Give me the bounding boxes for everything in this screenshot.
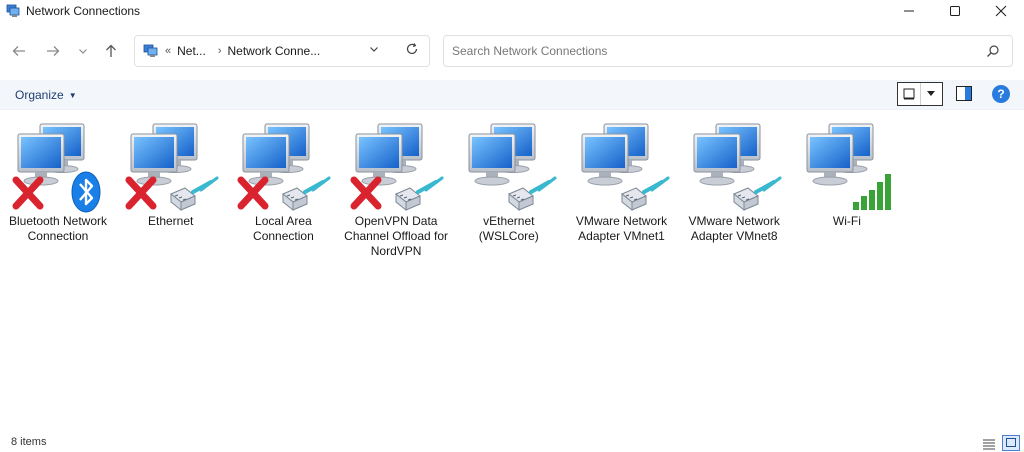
large-icons-view-button[interactable] (1002, 435, 1020, 451)
details-view-icon (983, 439, 995, 450)
wifi-signal-icon (852, 174, 891, 210)
arrow-right-icon (47, 46, 60, 56)
caret-down-icon (927, 91, 936, 96)
large-icons-view-icon (903, 88, 915, 100)
ethernet-cable-icon (507, 176, 557, 212)
organize-button[interactable]: Organize ▼ (15, 88, 77, 102)
chevron-down-icon (370, 47, 378, 52)
change-view-button[interactable] (897, 82, 943, 106)
help-button[interactable]: ? (992, 85, 1010, 103)
network-connection-item[interactable]: Ethernet (117, 118, 225, 229)
network-connection-label: OpenVPN Data Channel Offload for NordVPN (344, 214, 449, 258)
network-adapter-icon (581, 123, 669, 212)
preview-pane-button[interactable] (956, 86, 972, 106)
address-bar[interactable]: « Net... › Network Conne... (134, 35, 430, 67)
network-connection-label: Wi-Fi (832, 214, 861, 228)
network-adapter-icon (468, 123, 557, 212)
address-history-button[interactable] (369, 44, 379, 57)
refresh-icon (406, 43, 418, 55)
breadcrumb-separator-icon: › (217, 45, 222, 57)
close-button[interactable] (978, 0, 1024, 22)
file-view: Bluetooth Network Connection Ethernet Lo… (0, 112, 1024, 430)
chevron-down-icon (79, 49, 87, 54)
maximize-button[interactable] (932, 0, 978, 22)
search-box[interactable] (443, 35, 1013, 67)
network-adapter-icon (12, 123, 101, 213)
network-connection-item[interactable]: VMware Network Adapter VMnet1 (568, 118, 676, 244)
large-icons-view-icon (1006, 438, 1016, 447)
network-connection-item[interactable]: Wi-Fi (793, 118, 901, 229)
search-icon (987, 45, 999, 57)
status-bar: 8 items (0, 434, 1024, 452)
view-mode-button[interactable] (898, 83, 920, 105)
breadcrumb-item-network[interactable]: Net... (177, 44, 206, 58)
refresh-button[interactable] (405, 42, 419, 59)
breadcrumb-overflow[interactable]: « (165, 45, 171, 57)
ethernet-cable-icon (282, 176, 331, 212)
minimize-button[interactable] (886, 0, 932, 22)
network-connection-label: VMware Network Adapter VMnet8 (688, 214, 780, 243)
item-count: 8 items (11, 436, 47, 448)
ethernet-cable-icon (733, 176, 782, 212)
minimize-icon (904, 10, 914, 12)
network-adapter-icon (237, 123, 331, 212)
network-connection-item[interactable]: OpenVPN Data Channel Offload for NordVPN (342, 118, 450, 259)
window-controls (886, 0, 1024, 22)
maximize-icon (950, 6, 960, 16)
network-connection-label: Bluetooth Network Connection (8, 214, 108, 243)
search-input[interactable] (452, 42, 972, 60)
ethernet-cable-icon (169, 176, 219, 212)
network-adapter-icon (350, 123, 444, 212)
view-options-dropdown[interactable] (919, 83, 942, 105)
details-view-button[interactable] (982, 437, 996, 452)
network-connection-item[interactable]: Bluetooth Network Connection (4, 118, 112, 244)
window-title: Network Connections (26, 4, 141, 18)
network-connection-label: vEthernet (WSLCore) (478, 214, 539, 243)
network-connection-item[interactable]: VMware Network Adapter VMnet8 (680, 118, 788, 244)
network-connection-label: Local Area Connection (253, 214, 314, 243)
ethernet-cable-icon (620, 176, 669, 212)
back-button[interactable] (8, 40, 30, 62)
help-icon: ? (997, 87, 1005, 101)
forward-button[interactable] (42, 40, 64, 62)
ethernet-cable-icon (395, 176, 444, 212)
network-connection-label: Ethernet (148, 214, 194, 228)
close-icon (995, 5, 1007, 17)
explorer-window: Network Connections « Net... › Network C… (0, 0, 1024, 452)
recent-locations-button[interactable] (72, 40, 94, 62)
arrow-up-icon (106, 44, 116, 57)
organize-label: Organize (15, 88, 64, 102)
arrow-left-icon (12, 46, 25, 56)
network-adapter-icon (806, 123, 891, 210)
network-connections-icon (143, 44, 158, 57)
navigation-bar: « Net... › Network Conne... (0, 30, 1024, 72)
network-connection-item[interactable]: Local Area Connection (229, 118, 337, 244)
network-connection-item[interactable]: vEthernet (WSLCore) (455, 118, 563, 244)
network-connection-label: VMware Network Adapter VMnet1 (575, 214, 668, 243)
bluetooth-icon (71, 171, 101, 213)
caret-down-icon: ▼ (68, 90, 77, 100)
up-button[interactable] (100, 40, 122, 62)
preview-pane-icon (956, 86, 972, 101)
network-adapter-icon (693, 123, 782, 212)
breadcrumb-item-network-connections[interactable]: Network Conne... (227, 44, 320, 58)
network-adapter-icon (125, 123, 219, 212)
command-bar: Organize ▼ ? (0, 80, 1024, 110)
network-connections-icon (6, 4, 20, 17)
title-bar: Network Connections (0, 0, 1024, 22)
